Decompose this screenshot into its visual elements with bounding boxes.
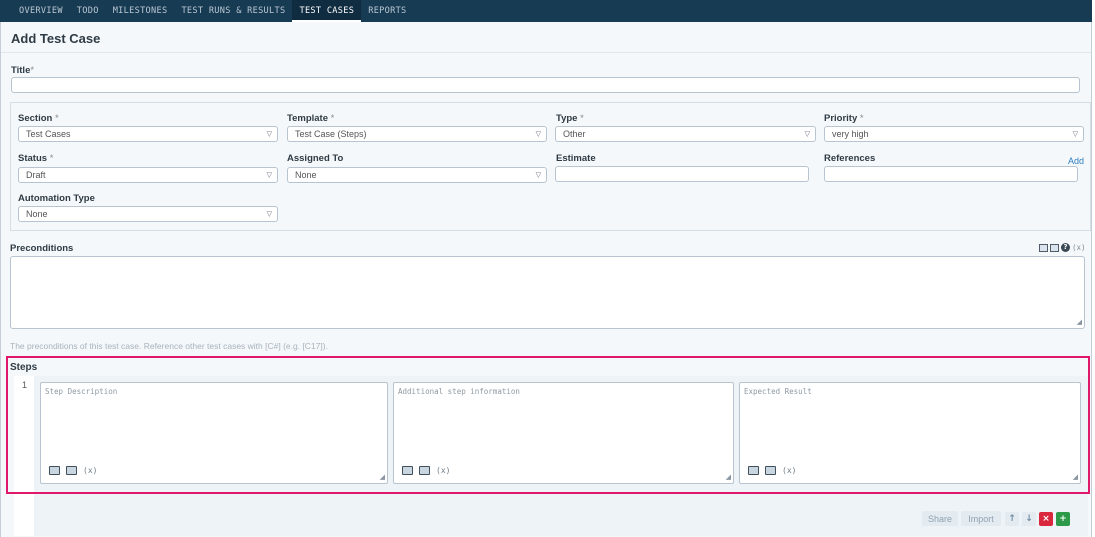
priority-select[interactable]: very high ▽ (824, 126, 1084, 142)
estimate-input[interactable] (555, 166, 809, 182)
caret-down-icon: ▽ (266, 131, 272, 138)
add-reference-link[interactable]: Add (1068, 156, 1084, 166)
caret-down-icon: ▽ (1072, 131, 1078, 138)
preconditions-textarea[interactable]: ◢ (10, 256, 1085, 329)
title-input[interactable] (11, 77, 1080, 93)
priority-value: very high (832, 129, 869, 139)
caret-down-icon: ▽ (804, 131, 810, 138)
type-label-text: Type (556, 113, 578, 124)
automation-type-value: None (26, 209, 48, 219)
status-select[interactable]: Draft ▽ (18, 167, 278, 183)
references-label: References (824, 153, 876, 164)
caret-down-icon: ▽ (535, 131, 541, 138)
type-select[interactable]: Other ▽ (555, 126, 816, 142)
preconditions-label: Preconditions (10, 243, 74, 254)
section-select[interactable]: Test Cases ▽ (18, 126, 278, 142)
add-step-button[interactable]: + (1056, 511, 1070, 526)
tab-overview[interactable]: OVERVIEW (12, 0, 70, 22)
priority-label: Priority * (824, 113, 864, 124)
page-title: Add Test Case (11, 31, 101, 46)
title-label-text: Title (11, 65, 31, 76)
caret-down-icon: ▽ (535, 172, 541, 179)
section-value: Test Cases (26, 129, 71, 139)
required-mark: * (580, 113, 584, 124)
move-down-button[interactable]: ↓ (1022, 511, 1036, 526)
priority-label-text: Priority (824, 113, 858, 124)
status-label-text: Status (18, 153, 48, 164)
table-icon[interactable] (1039, 243, 1048, 252)
assigned-to-value: None (295, 170, 317, 180)
variable-icon[interactable]: (x) (1072, 243, 1086, 252)
type-label: Type * (556, 113, 584, 124)
automation-type-select[interactable]: None ▽ (18, 206, 278, 222)
estimate-label: Estimate (556, 153, 596, 164)
template-label: Template * (287, 113, 334, 124)
template-value: Test Case (Steps) (295, 129, 367, 139)
tab-todo[interactable]: TODO (70, 0, 106, 22)
import-button[interactable]: Import (961, 511, 1001, 526)
step-actions: Share Import ↑ ↓ × + (922, 511, 1070, 526)
status-value: Draft (26, 170, 46, 180)
move-up-button[interactable]: ↑ (1005, 511, 1019, 526)
required-mark: * (54, 113, 59, 124)
tab-milestones[interactable]: MILESTONES (106, 0, 175, 22)
template-select[interactable]: Test Case (Steps) ▽ (287, 126, 547, 142)
caret-down-icon: ▽ (266, 211, 272, 218)
template-label-text: Template (287, 113, 329, 124)
required-mark: * (330, 113, 335, 124)
preconditions-toolbar: ? (x) (1039, 243, 1086, 252)
required-mark: * (30, 65, 35, 76)
references-input[interactable] (824, 166, 1078, 182)
top-nav: OVERVIEW TODO MILESTONES TEST RUNS & RES… (0, 0, 1092, 22)
assigned-to-select[interactable]: None ▽ (287, 167, 547, 183)
assigned-to-label: Assigned To (287, 153, 344, 164)
automation-type-label: Automation Type (18, 193, 95, 204)
section-label: Section * (18, 113, 59, 124)
caret-down-icon: ▽ (266, 172, 272, 179)
help-icon[interactable]: ? (1061, 243, 1070, 252)
tab-test-cases[interactable]: TEST CASES (292, 0, 362, 22)
tab-test-runs[interactable]: TEST RUNS & RESULTS (174, 0, 292, 22)
resize-icon[interactable]: ◢ (1077, 319, 1082, 326)
tab-reports[interactable]: REPORTS (361, 0, 413, 22)
share-button[interactable]: Share (922, 511, 958, 526)
image-icon[interactable] (1050, 243, 1059, 252)
preconditions-hint: The preconditions of this test case. Ref… (10, 341, 328, 351)
required-mark: * (49, 153, 54, 164)
status-label: Status * (18, 153, 53, 164)
delete-step-button[interactable]: × (1039, 511, 1053, 526)
steps-highlight-frame (6, 356, 1090, 494)
heading-divider (1, 52, 1091, 53)
type-value: Other (563, 129, 586, 139)
title-label: Title* (11, 65, 34, 76)
required-mark: * (859, 113, 864, 124)
section-label-text: Section (18, 113, 53, 124)
